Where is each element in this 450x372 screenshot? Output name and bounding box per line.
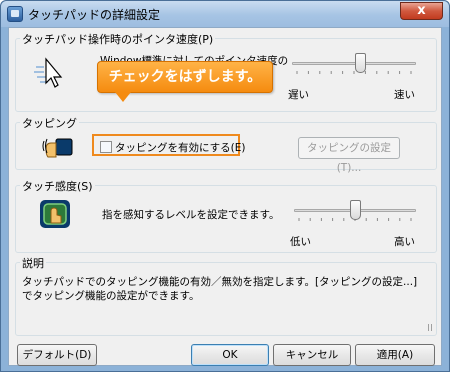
- tapping-group: タッピング タッピングを有効にする(E) タッピングの設定(T)...: [15, 115, 437, 174]
- touch-sensitivity-group-label: タッチ感度(S): [20, 178, 95, 194]
- touchpad-settings-dialog: タッチパッドの詳細設定 x タッチパッド操作時のポインタ速度(P) Window…: [0, 0, 450, 372]
- instruction-callout: チェックをはずします。: [97, 61, 273, 93]
- window-title: タッチパッドの詳細設定: [28, 8, 161, 22]
- tapping-group-label: タッピング: [20, 115, 79, 131]
- close-button[interactable]: x: [400, 2, 443, 20]
- pointer-speed-group-label: タッチパッド操作時のポインタ速度(P): [20, 31, 216, 47]
- pointer-speed-slider[interactable]: [292, 53, 416, 74]
- high-label: 高い: [394, 236, 415, 248]
- fast-label: 速い: [394, 89, 415, 101]
- app-icon: [7, 6, 23, 22]
- apply-button[interactable]: 適用(A): [355, 344, 435, 366]
- cancel-button[interactable]: キャンセル: [273, 344, 351, 366]
- callout-pointer: [115, 92, 131, 102]
- touch-sensitivity-icon: [40, 200, 70, 228]
- title-bar[interactable]: タッチパッドの詳細設定 x: [1, 1, 449, 27]
- explanation-text: タッチパッドでのタッピング機能の有効／無効を指定します。[タッピングの設定...…: [22, 276, 418, 302]
- enable-tapping-label[interactable]: タッピングを有効にする(E): [115, 140, 245, 155]
- slow-label: 遅い: [288, 89, 309, 101]
- slider-track: [292, 62, 416, 65]
- explanation-group-label: 説明: [20, 255, 46, 271]
- touch-sensitivity-description: 指を感知するレベルを設定できます。: [102, 209, 280, 221]
- pointer-speed-icon: [34, 57, 63, 88]
- resize-grip: [428, 324, 432, 331]
- default-button[interactable]: デフォルト(D): [17, 344, 97, 366]
- explanation-box: タッチパッドでのタッピング機能の有効／無効を指定します。[タッピングの設定...…: [18, 271, 434, 333]
- touch-sensitivity-group: タッチ感度(S) 指を感知するレベルを設定できます。 低い 高い: [15, 178, 437, 253]
- slider-ticks: [296, 71, 412, 74]
- ok-button[interactable]: OK: [191, 344, 269, 366]
- explanation-group: 説明 タッチパッドでのタッピング機能の有効／無効を指定します。[タッピングの設定…: [15, 255, 437, 336]
- low-label: 低い: [290, 236, 311, 248]
- slider-thumb[interactable]: [350, 200, 361, 220]
- tapping-icon: [42, 138, 73, 158]
- tapping-settings-button[interactable]: タッピングの設定(T)...: [298, 137, 400, 174]
- checkbox-box[interactable]: [100, 141, 112, 153]
- slider-thumb[interactable]: [355, 53, 366, 73]
- touch-sensitivity-slider[interactable]: [294, 200, 416, 221]
